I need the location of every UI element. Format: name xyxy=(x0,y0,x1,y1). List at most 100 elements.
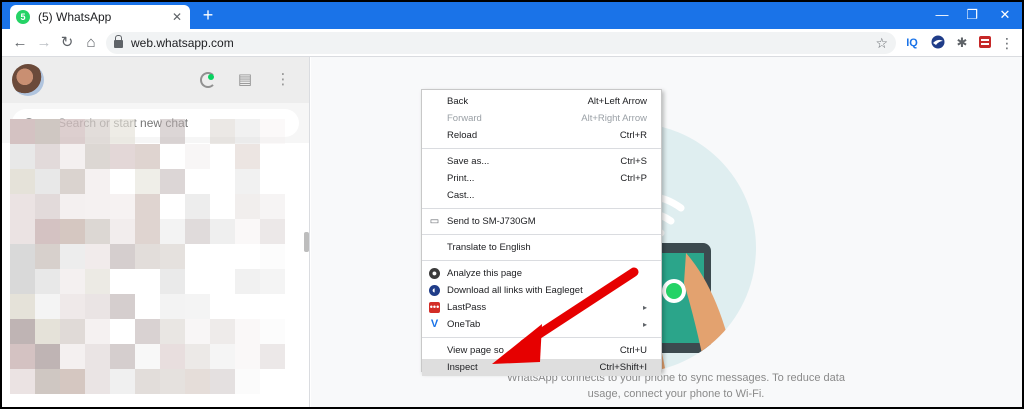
chat-blur-tile xyxy=(185,144,210,169)
menu-item-label: View page so xyxy=(447,345,504,356)
chat-blur-tile xyxy=(35,244,60,269)
onetab-extension-icon[interactable] xyxy=(977,35,993,51)
lock-icon xyxy=(114,35,123,48)
chat-blur-tile xyxy=(235,219,260,244)
chat-blur-tile xyxy=(10,344,35,369)
menu-item-back[interactable]: Back Alt+Left Arrow xyxy=(422,93,661,110)
address-bar[interactable]: web.whatsapp.com ☆ xyxy=(106,32,896,54)
chat-blur-tile xyxy=(10,369,35,394)
chat-blur-tile xyxy=(35,169,60,194)
chat-blur-tile xyxy=(60,319,85,344)
iq-extension-icon[interactable]: IQ xyxy=(904,35,920,51)
status-icon[interactable] xyxy=(198,70,218,90)
chat-blur-tile xyxy=(135,244,160,269)
chat-blur-tile xyxy=(60,344,85,369)
chat-blur-tile xyxy=(185,369,210,394)
menu-item-send-to-sm-j730gm[interactable]: ▭ Send to SM-J730GM xyxy=(422,213,661,230)
sidebar-header: ▤ ⋮ xyxy=(2,57,309,103)
eagleget-extension-icon[interactable] xyxy=(930,35,946,51)
chat-blur-tile xyxy=(10,294,35,319)
new-tab-button[interactable]: + xyxy=(197,5,219,27)
chat-blur-tile xyxy=(185,344,210,369)
chat-blur-tile xyxy=(210,319,235,344)
chat-blur-tile xyxy=(260,219,285,244)
menu-dots-icon[interactable]: ⋮ xyxy=(1000,35,1014,51)
menu-item-forward[interactable]: Forward Alt+Right Arrow xyxy=(422,110,661,127)
maximize-button[interactable]: ❐ xyxy=(957,4,987,26)
menu-item-label: Send to SM-J730GM xyxy=(447,216,536,227)
chat-sidebar: ▤ ⋮ xyxy=(2,57,310,407)
chat-list-scrollbar[interactable] xyxy=(304,232,309,252)
chat-blur-tile xyxy=(10,169,35,194)
chat-blur-tile xyxy=(235,194,260,219)
chat-blur-tile xyxy=(85,244,110,269)
back-icon[interactable]: ← xyxy=(10,33,30,53)
home-icon[interactable]: ⌂ xyxy=(81,33,101,53)
tab-whatsapp[interactable]: 5 (5) WhatsApp ✕ xyxy=(10,5,190,29)
device-icon: ▭ xyxy=(429,216,440,227)
chat-blur-tile xyxy=(160,219,185,244)
chat-blur-tile xyxy=(60,194,85,219)
submenu-arrow-icon: ▸ xyxy=(642,320,647,329)
tab-title: (5) WhatsApp xyxy=(38,10,112,24)
chat-blur-tile xyxy=(35,144,60,169)
menu-separator xyxy=(422,148,661,149)
menu-icon[interactable]: ⋮ xyxy=(273,70,293,90)
chat-blur-tile xyxy=(135,319,160,344)
chat-blur-tile xyxy=(85,219,110,244)
forward-icon[interactable]: → xyxy=(34,33,54,53)
tab-close-icon[interactable]: ✕ xyxy=(170,10,184,24)
menu-item-shortcut: Ctrl+R xyxy=(619,130,647,141)
bookmark-star-icon[interactable]: ☆ xyxy=(875,35,888,52)
chat-blur-tile xyxy=(160,269,185,294)
url-text: web.whatsapp.com xyxy=(131,36,234,50)
menu-item-label: Forward xyxy=(447,113,482,124)
menu-item-view-page-so[interactable]: View page so Ctrl+U xyxy=(422,342,661,359)
chat-blur-tile xyxy=(135,369,160,394)
chat-blur-tile xyxy=(210,369,235,394)
puzzle-extension-icon[interactable]: ✱ xyxy=(954,35,970,51)
new-chat-icon[interactable]: ▤ xyxy=(235,70,255,90)
chat-blur-tile xyxy=(210,119,235,144)
menu-item-analyze-this-page[interactable]: ● Analyze this page xyxy=(422,265,661,282)
chat-blur-tile xyxy=(160,169,185,194)
menu-item-translate-to-english[interactable]: Translate to English xyxy=(422,239,661,256)
chat-blur-tile xyxy=(260,119,285,144)
minimize-button[interactable]: — xyxy=(927,4,957,26)
menu-item-shortcut: Ctrl+S xyxy=(620,156,647,167)
menu-separator xyxy=(422,260,661,261)
chat-blur-tile xyxy=(110,369,135,394)
chat-blur-tile xyxy=(85,119,110,144)
menu-item-reload[interactable]: Reload Ctrl+R xyxy=(422,127,661,144)
title-bar: 5 (5) WhatsApp ✕ + — ❐ ✕ xyxy=(2,2,1022,29)
whatsapp-favicon-icon: 5 xyxy=(16,10,30,24)
menu-item-shortcut: Alt+Right Arrow xyxy=(581,113,647,124)
menu-item-onetab[interactable]: V OneTab ▸ xyxy=(422,316,661,333)
chat-blur-tile xyxy=(160,244,185,269)
menu-item-print[interactable]: Print... Ctrl+P xyxy=(422,170,661,187)
chat-blur-tile xyxy=(135,144,160,169)
menu-item-lastpass[interactable]: ••• LastPass ▸ xyxy=(422,299,661,316)
context-menu: Back Alt+Left Arrow Forward Alt+Right Arrow… xyxy=(421,89,662,376)
menu-item-save-as[interactable]: Save as... Ctrl+S xyxy=(422,153,661,170)
chat-blur-tile xyxy=(60,294,85,319)
chat-blur-tile xyxy=(110,344,135,369)
menu-item-download-all-links-with-eagleget[interactable]: ◐ Download all links with Eagleget xyxy=(422,282,661,299)
chat-blur-tile xyxy=(210,219,235,244)
reload-icon[interactable]: ↻ xyxy=(57,33,77,53)
menu-item-cast[interactable]: Cast... xyxy=(422,187,661,204)
menu-item-label: Inspect xyxy=(447,362,478,373)
chat-blur-tile xyxy=(85,344,110,369)
close-window-button[interactable]: ✕ xyxy=(990,4,1020,26)
chat-blur-tile xyxy=(35,119,60,144)
chat-list-blurred[interactable] xyxy=(10,119,300,407)
menu-item-label: LastPass xyxy=(447,302,487,313)
chat-blur-tile xyxy=(235,319,260,344)
chat-blur-tile xyxy=(60,269,85,294)
avatar[interactable] xyxy=(12,64,44,96)
chat-blur-tile xyxy=(110,194,135,219)
browser-toolbar: ← → ↻ ⌂ web.whatsapp.com ☆ IQ ✱ ⋮ xyxy=(2,29,1022,57)
chat-blur-tile xyxy=(60,244,85,269)
onetab-icon: V xyxy=(430,318,439,330)
menu-item-inspect[interactable]: Inspect Ctrl+Shift+I xyxy=(422,359,661,376)
